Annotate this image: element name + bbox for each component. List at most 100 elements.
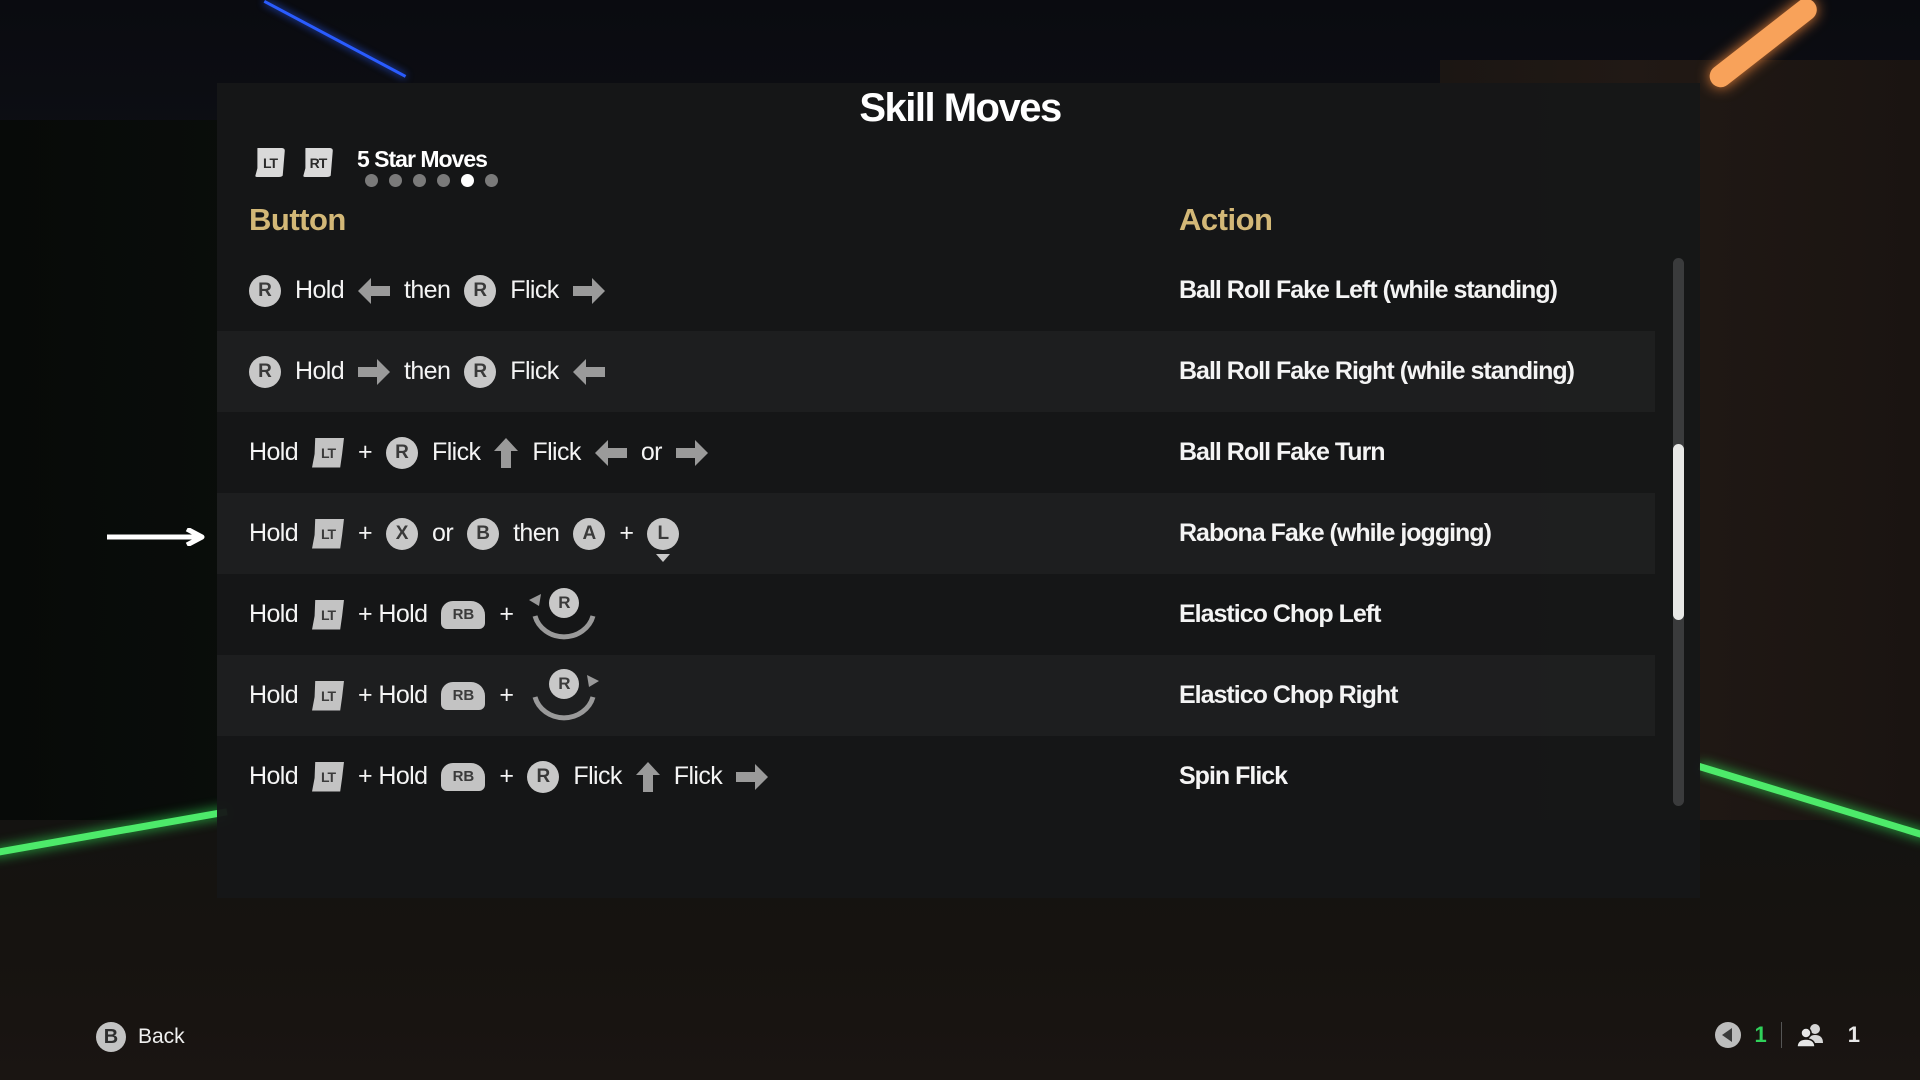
page-dot [461, 174, 474, 187]
combo-text: or [432, 519, 454, 547]
page-dot [485, 174, 498, 187]
status-bar: 1 1 [1714, 1022, 1860, 1048]
combo-text: Hold [295, 357, 345, 385]
r-stick-icon: R [527, 760, 560, 793]
page-dot [389, 174, 402, 187]
back-button[interactable]: B Back [96, 1022, 185, 1052]
skill-moves-list: R Hold then R Flick Ball Roll Fake Left (whil… [217, 250, 1655, 817]
scrollbar-thumb[interactable] [1673, 444, 1684, 620]
r-stick-icon: R [549, 587, 580, 618]
combo-text: Flick [510, 357, 559, 385]
arrow-right-icon [358, 358, 391, 385]
button-combo: R Hold then R Flick [249, 331, 619, 412]
r-stick-icon: R [464, 355, 497, 388]
button-combo: Hold LT + Xor Bthen A + L [249, 493, 693, 574]
page-dot [437, 174, 450, 187]
arrow-right-icon [572, 277, 605, 304]
combo-text: Flick [673, 762, 723, 790]
arrow-up-icon [494, 437, 519, 468]
action-name: Ball Roll Fake Turn [1179, 438, 1386, 466]
button-combo: R Hold then R Flick [249, 250, 619, 331]
rb-bumper-icon: RB [441, 681, 486, 710]
combo-text: then [404, 276, 451, 304]
l-stick-icon: L [647, 517, 680, 550]
a-button-icon: A [573, 517, 606, 550]
lt-trigger-icon: LT [312, 761, 345, 792]
combo-text: + [499, 762, 514, 790]
combo-text: then [404, 357, 451, 385]
players-icon [1795, 1024, 1823, 1047]
rb-bumper-icon: RB [441, 762, 486, 791]
combo-text: Hold [249, 519, 299, 547]
x-button-icon: X [386, 517, 419, 550]
rotate-right-stick-icon: R [527, 665, 603, 727]
combo-text: Hold [295, 276, 345, 304]
combo-text: Hold [249, 681, 299, 709]
lt-prev-category-button[interactable]: LT [255, 148, 285, 177]
b-button-icon: B [96, 1022, 126, 1052]
page-indicator [365, 174, 498, 187]
selection-pointer-arrow-icon [107, 528, 205, 546]
status-divider [1780, 1022, 1782, 1048]
column-header-button: Button [249, 202, 346, 237]
r-stick-icon: R [249, 355, 281, 388]
scrollbar[interactable] [1673, 258, 1684, 806]
press-down-icon [656, 553, 671, 562]
button-combo: Hold LT + Hold RB + R Flick Flick [249, 736, 782, 817]
action-name: Spin Flick [1179, 762, 1288, 790]
combo-text: Hold [249, 438, 299, 466]
combo-text: Flick [532, 438, 581, 466]
button-combo: Hold LT + R Flick Flick or [249, 412, 722, 493]
combo-text: + [499, 600, 514, 628]
lt-trigger-icon: LT [312, 599, 345, 630]
lt-trigger-icon: LT [312, 437, 345, 468]
arrow-left-icon [572, 358, 605, 385]
column-header-action: Action [1179, 202, 1273, 237]
skill-move-row[interactable]: R Hold then R Flick Ball Roll Fake Left (whil… [217, 250, 1655, 331]
voice-count: 1 [1754, 1022, 1767, 1047]
rotate-left-stick-icon: R [527, 584, 603, 646]
action-name: Elastico Chop Left [1179, 600, 1381, 628]
rt-next-category-button[interactable]: RT [303, 148, 333, 177]
combo-text: Hold [249, 600, 299, 628]
skill-move-row[interactable]: Hold LT + Hold RB + R Flick Flick Spin Flick [217, 736, 1655, 817]
combo-text: + [499, 681, 514, 709]
combo-text: or [640, 438, 663, 466]
skill-move-row[interactable]: Hold LT + Hold RB + R Elastico Chop Right [217, 655, 1655, 736]
combo-text: then [513, 519, 560, 547]
page-dot [365, 174, 378, 187]
players-count: 1 [1847, 1022, 1860, 1047]
action-name: Rabona Fake (while jogging) [1179, 519, 1492, 547]
action-name: Ball Roll Fake Left (while standing) [1179, 276, 1558, 304]
lt-trigger-icon: LT [312, 680, 345, 711]
b-button-icon: B [467, 517, 500, 550]
combo-text: + Hold [358, 681, 428, 709]
arrow-left-icon [594, 439, 627, 466]
skill-move-row[interactable]: Hold LT + R Flick Flick or Ball Roll Fake Turn [217, 412, 1655, 493]
skill-move-row[interactable]: Hold LT + Hold RB + R Elastico Chop Left [217, 574, 1655, 655]
r-stick-icon: R [386, 436, 419, 469]
r-stick-icon: R [549, 668, 580, 699]
voice-chat-icon [1714, 1022, 1741, 1048]
combo-text: Flick [432, 438, 481, 466]
r-stick-icon: R [249, 274, 281, 307]
combo-text: + Hold [358, 762, 428, 790]
arrow-right-icon [736, 763, 769, 790]
arrow-up-icon [635, 761, 660, 792]
rb-bumper-icon: RB [441, 600, 486, 629]
page-dot [413, 174, 426, 187]
action-name: Elastico Chop Right [1179, 681, 1398, 709]
skill-move-row[interactable]: R Hold then R Flick Ball Roll Fake Right (whi… [217, 331, 1655, 412]
r-stick-icon: R [464, 274, 497, 307]
combo-text: Hold [249, 762, 299, 790]
button-combo: Hold LT + Hold RB + R [249, 574, 617, 655]
skill-move-row[interactable]: Hold LT + Xor Bthen A + L Rabona Fake (while jog… [217, 493, 1655, 574]
combo-text: Flick [510, 276, 559, 304]
arrow-right-icon [675, 439, 708, 466]
button-combo: Hold LT + Hold RB + R [249, 655, 617, 736]
lt-trigger-icon: LT [312, 518, 345, 549]
page-title: Skill Moves [859, 86, 1062, 130]
combo-text: + [619, 519, 634, 547]
combo-text: Flick [573, 762, 622, 790]
combo-text: + Hold [358, 600, 428, 628]
